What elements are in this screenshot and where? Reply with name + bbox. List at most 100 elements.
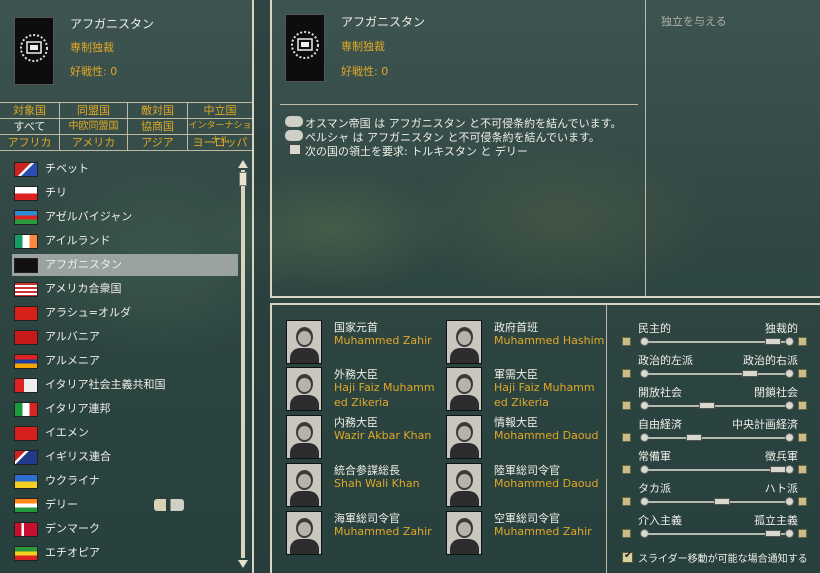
minister-portrait[interactable]: [286, 415, 322, 459]
slider-knob[interactable]: [699, 402, 715, 409]
scroll-thumb[interactable]: [239, 172, 247, 186]
country-list-item[interactable]: エチオピア: [12, 542, 238, 564]
minister-portrait[interactable]: [286, 320, 322, 364]
country-list-item[interactable]: アルメニア: [12, 350, 238, 372]
tab-entente[interactable]: 協商国: [128, 119, 187, 134]
slider-knob[interactable]: [770, 466, 786, 473]
tab-allies[interactable]: 同盟国: [60, 103, 127, 118]
minister-name[interactable]: Muhammed Hashim: [494, 333, 606, 348]
tab-central-powers[interactable]: 中欧同盟国: [60, 119, 127, 134]
claim-icon: [289, 144, 301, 155]
slider-right-label: ハト派: [764, 482, 798, 495]
belligerence: 好戦性: 0: [70, 65, 118, 78]
minister-portrait[interactable]: [286, 463, 322, 507]
minister-portrait[interactable]: [286, 367, 322, 411]
slider-knob[interactable]: [742, 370, 758, 377]
slider-decrease-button[interactable]: [622, 401, 631, 410]
slider-track[interactable]: [648, 469, 788, 471]
scroll-track[interactable]: [241, 170, 245, 558]
country-list-item[interactable]: チリ: [12, 182, 238, 204]
minister-portrait[interactable]: [446, 463, 482, 507]
country-list-item[interactable]: イタリア社会主義共和国: [12, 374, 238, 396]
country-list-item[interactable]: イタリア連邦: [12, 398, 238, 420]
minister-portrait[interactable]: [446, 320, 482, 364]
scroll-up-arrow-icon[interactable]: [238, 160, 248, 168]
minister-name[interactable]: Muhammed Zahir: [334, 524, 446, 539]
slider-left-label: 自由経済: [638, 418, 682, 431]
albania-flag-icon: [14, 330, 38, 345]
minister-name[interactable]: Mohammed Daoud: [494, 428, 606, 443]
divider: [280, 104, 638, 105]
grant-independence-button[interactable]: 独立を与える: [661, 13, 727, 29]
tab-internationale[interactable]: インターナショナル: [188, 119, 252, 146]
slider-decrease-button[interactable]: [622, 337, 631, 346]
country-list-item[interactable]: デンマーク: [12, 518, 238, 540]
country-list-item[interactable]: アメリカ合衆国: [12, 278, 238, 300]
slider-left-label: 常備軍: [638, 450, 671, 463]
slider-knob[interactable]: [714, 498, 730, 505]
tab-target[interactable]: 対象国: [0, 103, 59, 118]
country-list-item[interactable]: アルバニア: [12, 326, 238, 348]
minister-name[interactable]: Mohammed Daoud: [494, 476, 606, 491]
minister-portrait[interactable]: [286, 511, 322, 555]
slider-knob[interactable]: [765, 338, 781, 345]
slider-track[interactable]: [648, 437, 788, 439]
country-list-item[interactable]: アイルランド: [12, 230, 238, 252]
slider-increase-button[interactable]: [798, 497, 807, 506]
minister-name[interactable]: Wazir Akbar Khan: [334, 428, 446, 443]
slider-increase-button[interactable]: [798, 465, 807, 474]
ethiopia-flag-icon: [14, 546, 38, 561]
notify-checkbox[interactable]: ✔: [622, 550, 633, 563]
minister-name[interactable]: Haji Faiz Muhamm ed Zikeria: [334, 380, 446, 410]
slider-decrease-button[interactable]: [622, 465, 631, 474]
italy-socialist-flag-icon: [14, 378, 38, 393]
tab-asia[interactable]: アジア: [128, 135, 187, 150]
minister-name[interactable]: Muhammed Zahir: [494, 524, 606, 539]
tab-enemies[interactable]: 敵対国: [128, 103, 187, 118]
slider-knob[interactable]: [765, 530, 781, 537]
slider-right-end-icon: [785, 497, 794, 506]
minister-name[interactable]: Muhammed Zahir: [334, 333, 446, 348]
minister-name[interactable]: Shah Wali Khan: [334, 476, 446, 491]
slider-track[interactable]: [648, 405, 788, 407]
minister-portrait[interactable]: [446, 367, 482, 411]
tab-neutral[interactable]: 中立国: [188, 103, 252, 118]
slider-increase-button[interactable]: [798, 401, 807, 410]
slider-increase-button[interactable]: [798, 433, 807, 442]
country-list-item[interactable]: アラシュ=オルダ: [12, 302, 238, 324]
slider-decrease-button[interactable]: [622, 529, 631, 538]
belligerence: 好戦性: 0: [341, 65, 389, 78]
afghanistan-flag-icon: [14, 17, 54, 85]
country-list-label: アフガニスタン: [45, 258, 122, 271]
scroll-down-arrow-icon[interactable]: [238, 560, 248, 568]
tab-europe[interactable]: ヨーロッパ: [188, 135, 252, 150]
slider-knob[interactable]: [686, 434, 702, 441]
country-list-item[interactable]: アフガニスタン: [12, 254, 238, 276]
tab-all[interactable]: すべて: [0, 119, 59, 134]
minister-name[interactable]: Haji Faiz Muhamm ed Zikeria: [494, 380, 606, 410]
slider-decrease-button[interactable]: [622, 433, 631, 442]
tab-america[interactable]: アメリカ: [60, 135, 127, 150]
country-list-label: エチオピア: [45, 546, 100, 559]
slider-track[interactable]: [648, 373, 788, 375]
country-list-item[interactable]: イエメン: [12, 422, 238, 444]
country-list-item[interactable]: チベット: [12, 158, 238, 180]
country-list-item[interactable]: アゼルバイジャン: [12, 206, 238, 228]
slider-decrease-button[interactable]: [622, 369, 631, 378]
country-list-label: アルバニア: [45, 330, 100, 343]
azerbaijan-flag-icon: [14, 210, 38, 225]
slider-increase-button[interactable]: [798, 337, 807, 346]
filter-tabs: 対象国 同盟国 敵対国 中立国 すべて 中欧同盟国 協商国 インターナショナル …: [0, 102, 252, 152]
country-list-item[interactable]: イギリス連合: [12, 446, 238, 468]
scrollbar[interactable]: [238, 160, 248, 568]
minister-portrait[interactable]: [446, 511, 482, 555]
country-list-item[interactable]: ウクライナ: [12, 470, 238, 492]
slider-increase-button[interactable]: [798, 369, 807, 378]
portrait-body: [450, 491, 479, 506]
slider-decrease-button[interactable]: [622, 497, 631, 506]
divider: [0, 150, 252, 151]
country-list-item[interactable]: デリー: [12, 494, 238, 516]
minister-portrait[interactable]: [446, 415, 482, 459]
slider-increase-button[interactable]: [798, 529, 807, 538]
tab-africa[interactable]: アフリカ: [0, 135, 59, 150]
